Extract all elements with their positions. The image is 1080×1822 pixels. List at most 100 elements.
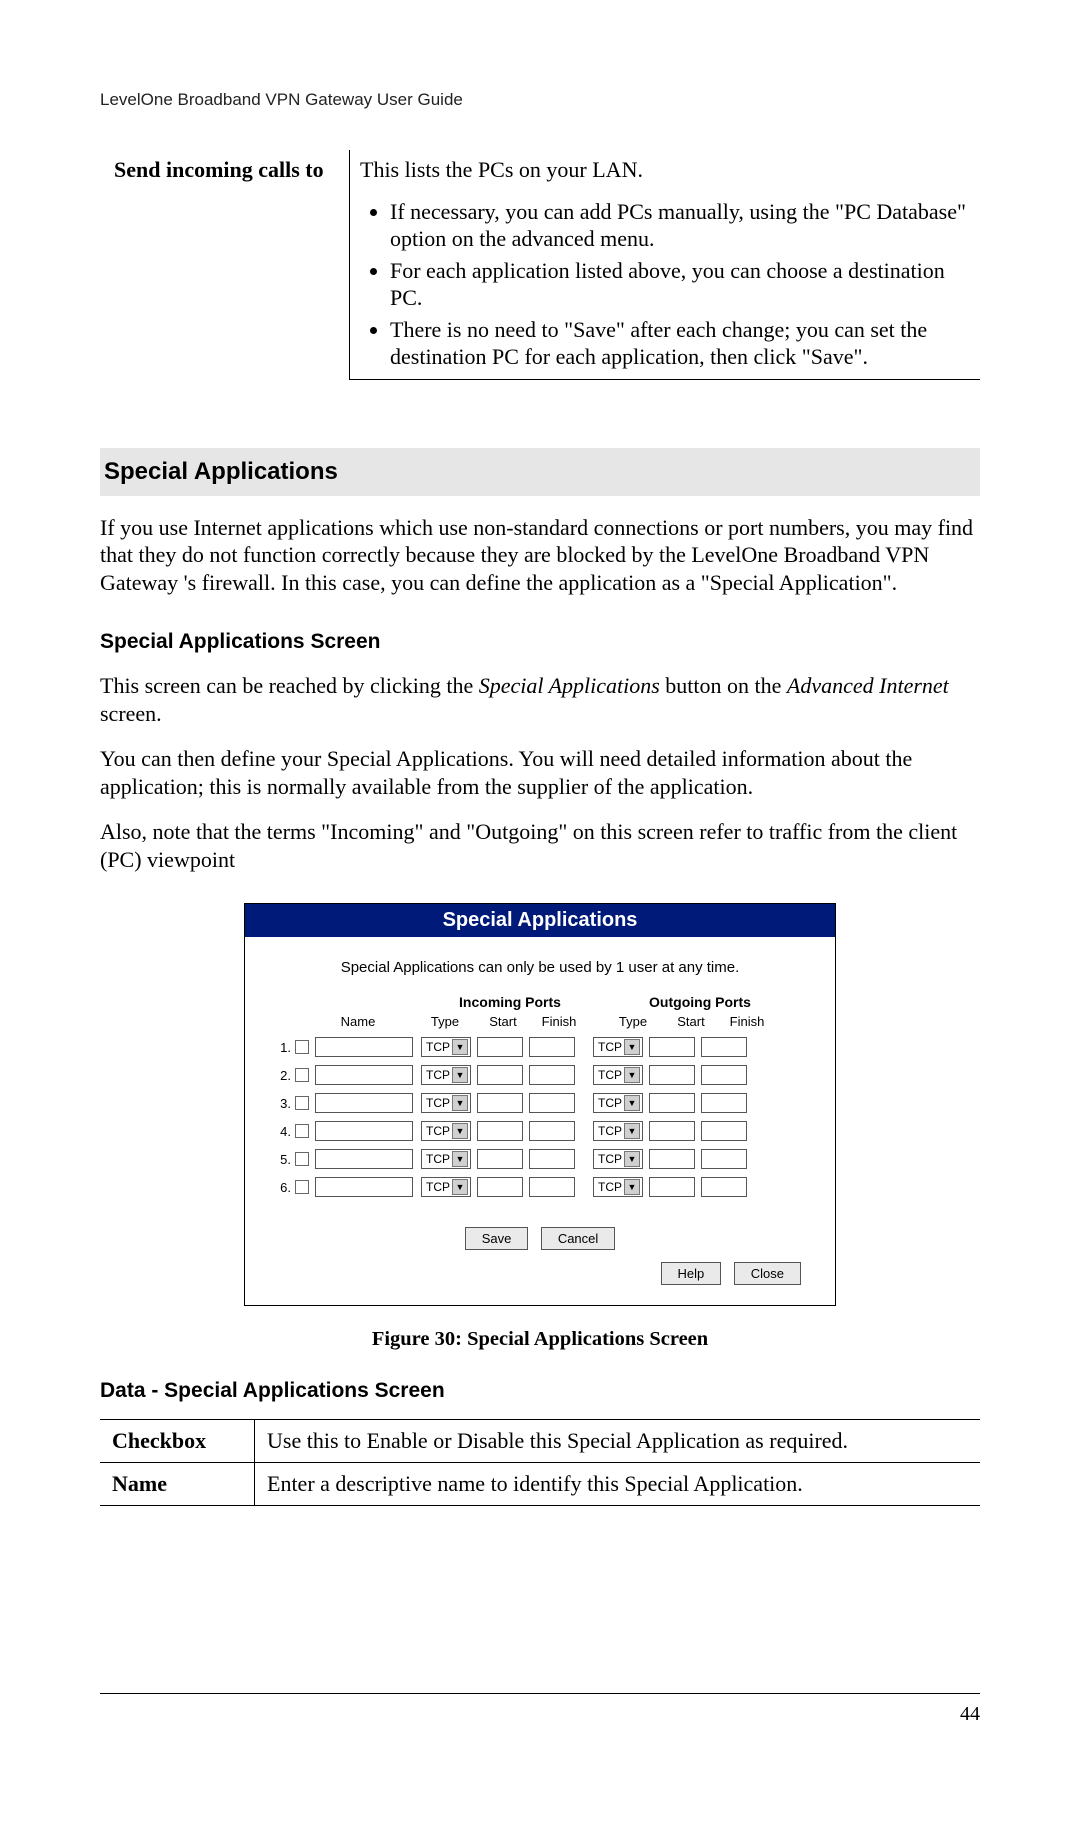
bullet-item: For each application listed above, you c… [390,255,970,314]
figure-title-bar: Special Applications [245,904,835,937]
outgoing-start-input[interactable] [649,1149,695,1169]
name-input[interactable] [315,1121,413,1141]
chevron-down-icon: ▼ [624,1151,640,1167]
incoming-ports-header: Incoming Ports [415,994,605,1010]
name-input[interactable] [315,1037,413,1057]
cancel-button[interactable]: Cancel [541,1227,615,1250]
data-row-label: Name [100,1463,255,1506]
incoming-finish-input[interactable] [529,1121,575,1141]
incoming-type-select[interactable]: TCP▼ [421,1149,471,1169]
row-number: 4. [269,1124,291,1139]
outgoing-type-select[interactable]: TCP▼ [593,1121,643,1141]
enable-checkbox[interactable] [295,1152,309,1166]
enable-checkbox[interactable] [295,1040,309,1054]
enable-checkbox[interactable] [295,1096,309,1110]
col-finish: Finish [531,1014,587,1029]
figure-row: 6. TCP▼ TCP▼ [269,1173,811,1201]
col-name: Name [301,1014,415,1029]
chevron-down-icon: ▼ [624,1179,640,1195]
incoming-type-select[interactable]: TCP▼ [421,1037,471,1057]
figure-row: 1. TCP▼ TCP▼ [269,1033,811,1061]
enable-checkbox[interactable] [295,1068,309,1082]
footer-rule [100,1693,980,1694]
send-incoming-bullets: If necessary, you can add PCs manually, … [390,196,970,373]
incoming-type-select[interactable]: TCP▼ [421,1177,471,1197]
row-number: 3. [269,1096,291,1111]
row-number: 2. [269,1068,291,1083]
outgoing-finish-input[interactable] [701,1177,747,1197]
incoming-start-input[interactable] [477,1093,523,1113]
outgoing-start-input[interactable] [649,1093,695,1113]
row-number: 1. [269,1040,291,1055]
name-input[interactable] [315,1093,413,1113]
incoming-finish-input[interactable] [529,1149,575,1169]
outgoing-finish-input[interactable] [701,1121,747,1141]
help-button[interactable]: Help [661,1262,722,1285]
section-heading: Special Applications [100,448,980,496]
incoming-start-input[interactable] [477,1121,523,1141]
chevron-down-icon: ▼ [452,1067,468,1083]
bullet-item: There is no need to "Save" after each ch… [390,314,970,373]
outgoing-start-input[interactable] [649,1177,695,1197]
incoming-type-select[interactable]: TCP▼ [421,1121,471,1141]
outgoing-ports-header: Outgoing Ports [605,994,795,1010]
outgoing-finish-input[interactable] [701,1093,747,1113]
name-input[interactable] [315,1177,413,1197]
bullet-item: If necessary, you can add PCs manually, … [390,196,970,255]
incoming-type-select[interactable]: TCP▼ [421,1065,471,1085]
row-number: 6. [269,1180,291,1195]
col-type: Type [603,1014,663,1029]
incoming-start-input[interactable] [477,1177,523,1197]
save-button[interactable]: Save [465,1227,529,1250]
chevron-down-icon: ▼ [624,1095,640,1111]
name-input[interactable] [315,1065,413,1085]
data-row-text: Enter a descriptive name to identify thi… [255,1463,981,1506]
paragraph: This screen can be reached by clicking t… [100,672,980,727]
figure-row: 4. TCP▼ TCP▼ [269,1117,811,1145]
outgoing-finish-input[interactable] [701,1149,747,1169]
send-incoming-intro: This lists the PCs on your LAN. [350,150,981,190]
chevron-down-icon: ▼ [452,1151,468,1167]
incoming-finish-input[interactable] [529,1065,575,1085]
page-number: 44 [960,1703,980,1726]
paragraph: Also, note that the terms "Incoming" and… [100,818,980,873]
incoming-type-select[interactable]: TCP▼ [421,1093,471,1113]
outgoing-type-select[interactable]: TCP▼ [593,1149,643,1169]
outgoing-type-select[interactable]: TCP▼ [593,1037,643,1057]
outgoing-finish-input[interactable] [701,1037,747,1057]
chevron-down-icon: ▼ [452,1039,468,1055]
col-start: Start [663,1014,719,1029]
incoming-start-input[interactable] [477,1037,523,1057]
outgoing-type-select[interactable]: TCP▼ [593,1177,643,1197]
send-incoming-table: Send incoming calls to This lists the PC… [100,150,980,380]
outgoing-start-input[interactable] [649,1121,695,1141]
figure-row: 5. TCP▼ TCP▼ [269,1145,811,1173]
paragraph: If you use Internet applications which u… [100,514,980,597]
outgoing-type-select[interactable]: TCP▼ [593,1093,643,1113]
incoming-finish-input[interactable] [529,1037,575,1057]
enable-checkbox[interactable] [295,1180,309,1194]
send-incoming-label: Send incoming calls to [100,150,350,379]
outgoing-start-input[interactable] [649,1037,695,1057]
incoming-finish-input[interactable] [529,1177,575,1197]
subheading: Data - Special Applications Screen [100,1379,980,1403]
outgoing-start-input[interactable] [649,1065,695,1085]
figure-rows: 1. TCP▼ TCP▼ 2. TCP▼ TCP▼ 3. TCP▼ TCP▼ 4. TCP▼ TCP▼… [269,1033,811,1201]
name-input[interactable] [315,1149,413,1169]
data-table: Checkbox Use this to Enable or Disable t… [100,1419,980,1506]
row-number: 5. [269,1152,291,1167]
chevron-down-icon: ▼ [452,1095,468,1111]
incoming-start-input[interactable] [477,1065,523,1085]
figure-caption: Figure 30: Special Applications Screen [100,1328,980,1351]
close-button[interactable]: Close [734,1262,801,1285]
outgoing-type-select[interactable]: TCP▼ [593,1065,643,1085]
outgoing-finish-input[interactable] [701,1065,747,1085]
incoming-start-input[interactable] [477,1149,523,1169]
enable-checkbox[interactable] [295,1124,309,1138]
chevron-down-icon: ▼ [624,1123,640,1139]
chevron-down-icon: ▼ [624,1067,640,1083]
col-type: Type [415,1014,475,1029]
paragraph: You can then define your Special Applica… [100,745,980,800]
incoming-finish-input[interactable] [529,1093,575,1113]
col-start: Start [475,1014,531,1029]
